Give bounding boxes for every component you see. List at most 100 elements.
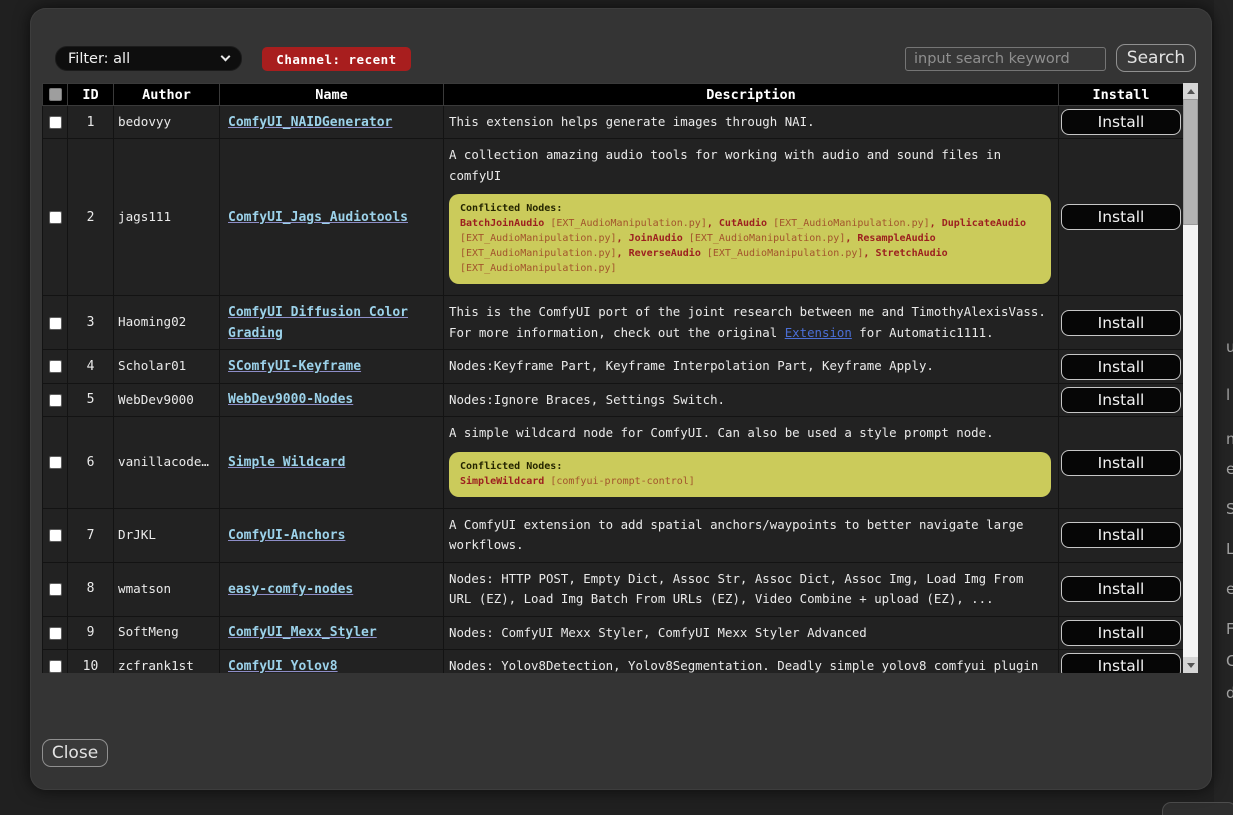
- table-scrollbar[interactable]: [1183, 83, 1198, 673]
- conflict-separator: ,: [930, 218, 942, 229]
- conflict-separator: ,: [617, 233, 629, 244]
- row-checkbox[interactable]: [49, 211, 62, 224]
- row-id: 9: [68, 616, 114, 649]
- background-text-fragment: m: [1226, 430, 1233, 448]
- extension-name-link[interactable]: ComfyUI Diffusion Color Grading: [228, 305, 408, 341]
- extension-name-link[interactable]: ComfyUI_Jags_Audiotools: [228, 210, 408, 225]
- background-page-edge: ulmeSLeFCd: [1214, 0, 1233, 815]
- search-button[interactable]: Search: [1116, 44, 1196, 72]
- row-install-cell: Install: [1059, 296, 1184, 350]
- extensions-table-body: 1bedovyy ComfyUI_NAIDGenerator This extens…: [43, 106, 1184, 674]
- row-install-cell: Install: [1059, 350, 1184, 383]
- conflict-separator: ,: [707, 218, 719, 229]
- row-checkbox[interactable]: [49, 660, 62, 673]
- background-text-fragment: e: [1226, 580, 1233, 598]
- select-all-checkbox[interactable]: [49, 88, 62, 101]
- row-checkbox[interactable]: [49, 583, 62, 596]
- row-author: jags111: [114, 139, 220, 296]
- row-checkbox-cell: [43, 383, 68, 416]
- scrollbar-thumb[interactable]: [1183, 99, 1198, 225]
- filter-select-wrapper: Filter: all: [55, 46, 242, 71]
- filter-select[interactable]: Filter: all: [55, 46, 242, 71]
- header-id: ID: [68, 84, 114, 106]
- scroll-up-button[interactable]: [1183, 83, 1198, 99]
- install-button[interactable]: Install: [1061, 450, 1181, 476]
- row-id: 3: [68, 296, 114, 350]
- description-text: A collection amazing audio tools for wor…: [449, 145, 1053, 186]
- conflict-node-source: [EXT_AudioManipulation.py]: [767, 218, 930, 229]
- background-text-fragment: u: [1226, 338, 1233, 356]
- install-button[interactable]: Install: [1061, 204, 1181, 230]
- background-text-fragment: S: [1226, 500, 1233, 518]
- row-install-cell: Install: [1059, 417, 1184, 508]
- header-author: Author: [114, 84, 220, 106]
- row-checkbox[interactable]: [49, 456, 62, 469]
- row-author: bedovyy: [114, 106, 220, 139]
- row-checkbox[interactable]: [49, 529, 62, 542]
- conflicted-nodes-title: Conflicted Nodes:: [460, 201, 1040, 216]
- install-button[interactable]: Install: [1061, 522, 1181, 548]
- row-name-cell: SComfyUI-Keyframe: [220, 350, 444, 383]
- description-text: This extension helps generate images thr…: [449, 112, 1053, 132]
- table-header-row: ID Author Name Description Install: [43, 84, 1184, 106]
- conflict-node-name: BatchJoinAudio: [460, 218, 544, 229]
- install-button[interactable]: Install: [1061, 653, 1181, 673]
- conflict-node-source: [EXT_AudioManipulation.py]: [460, 248, 617, 259]
- extension-name-link[interactable]: easy-comfy-nodes: [228, 582, 353, 597]
- row-author: Scholar01: [114, 350, 220, 383]
- background-text-fragment: L: [1226, 540, 1233, 558]
- conflict-node-name: ReverseAudio: [629, 248, 701, 259]
- row-description-cell: Nodes:Ignore Braces, Settings Switch.: [444, 383, 1059, 416]
- install-button[interactable]: Install: [1061, 620, 1181, 646]
- row-checkbox-cell: [43, 650, 68, 673]
- conflict-node-source: [EXT_AudioManipulation.py]: [683, 233, 846, 244]
- row-checkbox[interactable]: [49, 116, 62, 129]
- row-checkbox[interactable]: [49, 394, 62, 407]
- table-row: 2jags111ComfyUI_Jags_AudiotoolsA collect…: [43, 139, 1184, 296]
- extension-name-link[interactable]: ComfyUI-Anchors: [228, 528, 345, 543]
- row-author: wmatson: [114, 562, 220, 616]
- row-description-cell: Nodes: HTTP POST, Empty Dict, Assoc Str,…: [444, 562, 1059, 616]
- description-segment: This extension helps generate images thr…: [449, 114, 815, 129]
- row-id: 6: [68, 417, 114, 508]
- conflict-node-source: [EXT_AudioManipulation.py]: [544, 218, 707, 229]
- row-checkbox[interactable]: [49, 360, 62, 373]
- row-author: Haoming02: [114, 296, 220, 350]
- install-button[interactable]: Install: [1061, 576, 1181, 602]
- description-text: Nodes: HTTP POST, Empty Dict, Assoc Str,…: [449, 569, 1053, 610]
- row-checkbox[interactable]: [49, 627, 62, 640]
- description-text: Nodes: ComfyUI Mexx Styler, ComfyUI Mexx…: [449, 623, 1053, 643]
- install-button[interactable]: Install: [1061, 354, 1181, 380]
- row-name-cell: ComfyUI_NAIDGenerator: [220, 106, 444, 139]
- conflict-node-name: DuplicateAudio: [942, 218, 1026, 229]
- header-description: Description: [444, 84, 1059, 106]
- table-row: 6vanillacode314 Simple Wildcard A simple w…: [43, 417, 1184, 508]
- description-link[interactable]: Extension: [785, 325, 852, 340]
- row-checkbox[interactable]: [49, 317, 62, 330]
- row-name-cell: ComfyUI Yolov8: [220, 650, 444, 673]
- install-button[interactable]: Install: [1061, 310, 1181, 336]
- extension-name-link[interactable]: WebDev9000-Nodes: [228, 392, 353, 407]
- extension-name-link[interactable]: SComfyUI-Keyframe: [228, 359, 361, 374]
- table-row: 8wmatsoneasy-comfy-nodesNodes: HTTP POST…: [43, 562, 1184, 616]
- extension-name-link[interactable]: ComfyUI_NAIDGenerator: [228, 115, 392, 130]
- row-description-cell: A ComfyUI extension to add spatial ancho…: [444, 508, 1059, 562]
- install-button[interactable]: Install: [1061, 387, 1181, 413]
- row-install-cell: Install: [1059, 650, 1184, 673]
- row-description-cell: Nodes: Yolov8Detection, Yolov8Segmentati…: [444, 650, 1059, 673]
- row-name-cell: ComfyUI-Anchors: [220, 508, 444, 562]
- table-row: 9SoftMengComfyUI_Mexx_StylerNodes: Comfy…: [43, 616, 1184, 649]
- search-input[interactable]: [905, 47, 1106, 71]
- row-name-cell: Simple Wildcard: [220, 417, 444, 508]
- install-button[interactable]: Install: [1061, 109, 1181, 135]
- scroll-down-button[interactable]: [1183, 657, 1198, 673]
- row-author: vanillacode314: [114, 417, 220, 508]
- extension-name-link[interactable]: Simple Wildcard: [228, 455, 345, 470]
- extension-name-link[interactable]: ComfyUI_Mexx_Styler: [228, 625, 377, 640]
- close-button[interactable]: Close: [42, 739, 108, 767]
- extension-name-link[interactable]: ComfyUI Yolov8: [228, 659, 338, 673]
- row-id: 1: [68, 106, 114, 139]
- channel-badge[interactable]: Channel: recent: [262, 47, 411, 71]
- row-description-cell: A simple wildcard node for ComfyUI. Can …: [444, 417, 1059, 508]
- row-id: 4: [68, 350, 114, 383]
